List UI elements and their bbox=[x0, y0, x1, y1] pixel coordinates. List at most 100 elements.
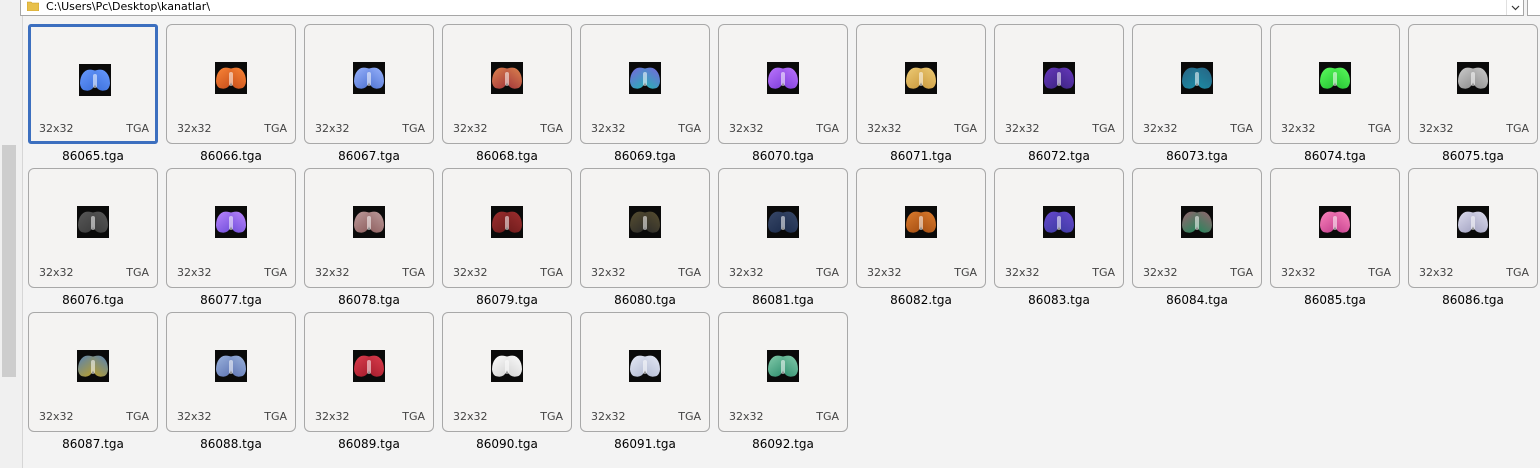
file-item[interactable]: 32x32 TGA 86081.tga bbox=[718, 168, 850, 312]
file-item[interactable]: 32x32 TGA 86083.tga bbox=[994, 168, 1126, 312]
file-item[interactable]: 32x32 TGA 86082.tga bbox=[856, 168, 988, 312]
file-item[interactable]: 32x32 TGA 86074.tga bbox=[1270, 24, 1402, 168]
file-item[interactable]: 32x32 TGA 86072.tga bbox=[994, 24, 1126, 168]
file-tile[interactable]: 32x32 TGA bbox=[28, 24, 158, 144]
thumbnail-image bbox=[767, 350, 799, 382]
file-name[interactable]: 86070.tga bbox=[718, 149, 848, 163]
file-item[interactable]: 32x32 TGA 86085.tga bbox=[1270, 168, 1402, 312]
file-name[interactable]: 86078.tga bbox=[304, 293, 434, 307]
file-tile[interactable]: 32x32 TGA bbox=[994, 168, 1124, 288]
file-tile[interactable]: 32x32 TGA bbox=[718, 168, 848, 288]
file-name[interactable]: 86076.tga bbox=[28, 293, 158, 307]
file-item[interactable]: 32x32 TGA 86075.tga bbox=[1408, 24, 1540, 168]
file-name[interactable]: 86075.tga bbox=[1408, 149, 1538, 163]
file-name[interactable]: 86089.tga bbox=[304, 437, 434, 451]
file-item[interactable]: 32x32 TGA 86066.tga bbox=[166, 24, 298, 168]
file-item[interactable]: 32x32 TGA 86089.tga bbox=[304, 312, 436, 456]
file-item[interactable]: 32x32 TGA 86079.tga bbox=[442, 168, 574, 312]
file-name[interactable]: 86084.tga bbox=[1132, 293, 1262, 307]
file-item[interactable]: 32x32 TGA 86090.tga bbox=[442, 312, 574, 456]
file-tile[interactable]: 32x32 TGA bbox=[856, 24, 986, 144]
file-item[interactable]: 32x32 TGA 86067.tga bbox=[304, 24, 436, 168]
file-item[interactable]: 32x32 TGA 86073.tga bbox=[1132, 24, 1264, 168]
file-item[interactable]: 32x32 TGA 86086.tga bbox=[1408, 168, 1540, 312]
file-tile[interactable]: 32x32 TGA bbox=[304, 312, 434, 432]
file-name[interactable]: 86081.tga bbox=[718, 293, 848, 307]
file-tile[interactable]: 32x32 TGA bbox=[28, 312, 158, 432]
file-tile[interactable]: 32x32 TGA bbox=[856, 168, 986, 288]
file-name[interactable]: 86080.tga bbox=[580, 293, 710, 307]
file-item[interactable]: 32x32 TGA 86076.tga bbox=[28, 168, 160, 312]
file-name[interactable]: 86072.tga bbox=[994, 149, 1124, 163]
image-dimensions: 32x32 bbox=[39, 266, 74, 279]
file-type: TGA bbox=[540, 122, 563, 135]
wing-core-icon bbox=[229, 216, 233, 230]
file-item[interactable]: 32x32 TGA 86091.tga bbox=[580, 312, 712, 456]
file-item[interactable]: 32x32 TGA 86065.tga bbox=[28, 24, 160, 168]
file-name[interactable]: 86079.tga bbox=[442, 293, 572, 307]
file-item[interactable]: 32x32 TGA 86092.tga bbox=[718, 312, 850, 456]
thumbnail-image bbox=[905, 206, 937, 238]
file-tile[interactable]: 32x32 TGA bbox=[442, 24, 572, 144]
file-name[interactable]: 86073.tga bbox=[1132, 149, 1262, 163]
file-tile[interactable]: 32x32 TGA bbox=[994, 24, 1124, 144]
file-name[interactable]: 86077.tga bbox=[166, 293, 296, 307]
file-tile[interactable]: 32x32 TGA bbox=[718, 24, 848, 144]
file-name[interactable]: 86091.tga bbox=[580, 437, 710, 451]
file-tile[interactable]: 32x32 TGA bbox=[580, 312, 710, 432]
file-name[interactable]: 86068.tga bbox=[442, 149, 572, 163]
file-tile[interactable]: 32x32 TGA bbox=[442, 168, 572, 288]
file-tile[interactable]: 32x32 TGA bbox=[1132, 168, 1262, 288]
file-type: TGA bbox=[1092, 266, 1115, 279]
address-bar[interactable]: C:\Users\Pc\Desktop\kanatlar\ bbox=[20, 0, 1524, 16]
file-name[interactable]: 86069.tga bbox=[580, 149, 710, 163]
file-name[interactable]: 86071.tga bbox=[856, 149, 986, 163]
file-name[interactable]: 86066.tga bbox=[166, 149, 296, 163]
file-tile[interactable]: 32x32 TGA bbox=[166, 168, 296, 288]
file-name[interactable]: 86092.tga bbox=[718, 437, 848, 451]
file-tile[interactable]: 32x32 TGA bbox=[1408, 24, 1538, 144]
file-tile[interactable]: 32x32 TGA bbox=[304, 24, 434, 144]
file-name[interactable]: 86065.tga bbox=[28, 149, 158, 163]
file-name[interactable]: 86083.tga bbox=[994, 293, 1124, 307]
file-item[interactable]: 32x32 TGA 86077.tga bbox=[166, 168, 298, 312]
file-item[interactable]: 32x32 TGA 86088.tga bbox=[166, 312, 298, 456]
file-name[interactable]: 86085.tga bbox=[1270, 293, 1400, 307]
file-tile[interactable]: 32x32 TGA bbox=[28, 168, 158, 288]
file-item[interactable]: 32x32 TGA 86078.tga bbox=[304, 168, 436, 312]
file-item[interactable]: 32x32 TGA 86087.tga bbox=[28, 312, 160, 456]
file-item[interactable]: 32x32 TGA 86070.tga bbox=[718, 24, 850, 168]
file-name[interactable]: 86087.tga bbox=[28, 437, 158, 451]
refresh-button[interactable] bbox=[1527, 0, 1540, 16]
file-tile[interactable]: 32x32 TGA bbox=[718, 312, 848, 432]
file-tile[interactable]: 32x32 TGA bbox=[166, 24, 296, 144]
file-item[interactable]: 32x32 TGA 86084.tga bbox=[1132, 168, 1264, 312]
file-tile[interactable]: 32x32 TGA bbox=[580, 168, 710, 288]
chevron-down-icon[interactable] bbox=[1506, 0, 1523, 15]
file-tile[interactable]: 32x32 TGA bbox=[1270, 168, 1400, 288]
file-type: TGA bbox=[1230, 266, 1253, 279]
file-name[interactable]: 86082.tga bbox=[856, 293, 986, 307]
file-tile[interactable]: 32x32 TGA bbox=[580, 24, 710, 144]
file-tile[interactable]: 32x32 TGA bbox=[1408, 168, 1538, 288]
file-item[interactable]: 32x32 TGA 86080.tga bbox=[580, 168, 712, 312]
wing-core-icon bbox=[1333, 72, 1337, 86]
wing-core-icon bbox=[1471, 72, 1475, 86]
file-item[interactable]: 32x32 TGA 86069.tga bbox=[580, 24, 712, 168]
file-tile[interactable]: 32x32 TGA bbox=[1270, 24, 1400, 144]
file-tile[interactable]: 32x32 TGA bbox=[1132, 24, 1262, 144]
wing-core-icon bbox=[1195, 72, 1199, 86]
file-name[interactable]: 86086.tga bbox=[1408, 293, 1538, 307]
file-name[interactable]: 86074.tga bbox=[1270, 149, 1400, 163]
file-name[interactable]: 86067.tga bbox=[304, 149, 434, 163]
file-type: TGA bbox=[954, 122, 977, 135]
navigation-scrollbar-thumb[interactable] bbox=[2, 145, 16, 377]
file-name[interactable]: 86088.tga bbox=[166, 437, 296, 451]
file-tile[interactable]: 32x32 TGA bbox=[442, 312, 572, 432]
file-tile[interactable]: 32x32 TGA bbox=[166, 312, 296, 432]
file-name[interactable]: 86090.tga bbox=[442, 437, 572, 451]
file-tile[interactable]: 32x32 TGA bbox=[304, 168, 434, 288]
file-item[interactable]: 32x32 TGA 86071.tga bbox=[856, 24, 988, 168]
pane-divider[interactable] bbox=[22, 16, 23, 468]
file-item[interactable]: 32x32 TGA 86068.tga bbox=[442, 24, 574, 168]
